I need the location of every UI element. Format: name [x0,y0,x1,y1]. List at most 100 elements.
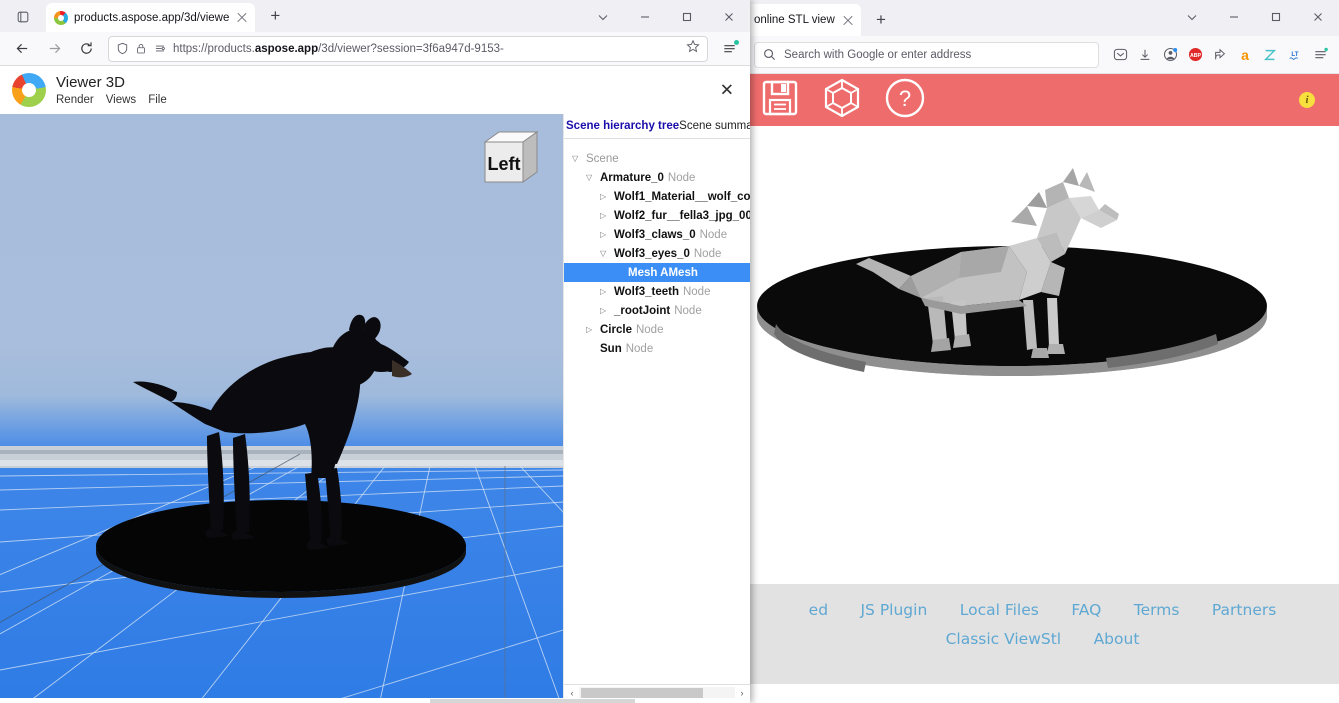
amazon-icon[interactable]: a [1234,44,1256,66]
tree-node-circle[interactable]: CircleNode [564,320,750,339]
save-icon[interactable] [760,78,800,123]
url-bar[interactable]: https://products.aspose.app/3d/viewer?se… [108,35,708,62]
reader-view-icon[interactable] [153,42,167,55]
tree-node-label: Wolf3_teeth [614,285,679,298]
right-toolbar-icons: ABP a LT [1105,44,1331,66]
tree-node-wolf2-fur-fella3-jpg-001-0[interactable]: Wolf2_fur__fella3_jpg_001_0 [564,206,750,225]
tree-node-wolf3-eyes-0[interactable]: Wolf3_eyes_0Node [564,244,750,263]
languagetool-icon[interactable]: LT [1284,44,1306,66]
left-maximize-button[interactable] [666,1,708,33]
menu-update-badge [734,39,739,45]
svg-text:LT: LT [1291,50,1298,57]
right-search-placeholder: Search with Google or enter address [784,48,972,61]
tree-node-label: Sun [600,342,622,355]
menu-item-file[interactable]: File [148,94,167,106]
footer-link-about[interactable]: About [1094,630,1140,648]
stl-footer-links: ed JS Plugin Local Files FAQ Terms Partn… [746,596,1339,654]
view-cube[interactable]: Left [481,128,541,184]
left-browser-tab[interactable]: products.aspose.app/3d/viewe [46,3,256,32]
left-firefox-view-icon[interactable] [6,2,40,32]
right-list-all-tabs-icon[interactable] [1171,1,1213,33]
zotero-icon[interactable] [1259,44,1281,66]
left-tab-close-icon[interactable] [235,11,249,25]
menu-item-render[interactable]: Render [56,94,94,106]
footer-link-terms[interactable]: Terms [1134,601,1180,619]
right-tab-close-icon[interactable] [841,13,855,27]
right-minimize-button[interactable] [1213,1,1255,33]
reload-button[interactable] [72,35,100,63]
left-tab-strip: products.aspose.app/3d/viewe + [0,0,750,32]
right-window-controls [1171,0,1339,34]
forward-button[interactable] [40,35,68,63]
chevron-right-icon[interactable] [600,307,610,315]
footer-link-classic-viewstl[interactable]: Classic ViewStl [946,630,1062,648]
right-app-menu-icon[interactable] [1309,44,1331,66]
tab-scene-summary[interactable]: Scene summary [679,120,750,132]
tree-node-scene[interactable]: Scene [564,149,750,168]
share-icon[interactable] [1209,44,1231,66]
left-list-all-tabs-icon[interactable] [582,1,624,33]
scroll-right-arrow[interactable]: › [735,688,749,698]
shield-icon [117,42,128,55]
chevron-right-icon[interactable] [586,326,596,334]
footer-link-js-plugin[interactable]: JS Plugin [860,601,927,619]
left-tab-title: products.aspose.app/3d/viewe [74,11,230,24]
pocket-icon[interactable] [1109,44,1131,66]
app-close-button[interactable]: ✕ [720,82,734,99]
chevron-right-icon[interactable] [600,231,610,239]
search-icon [764,49,776,61]
chevron-right-icon[interactable] [600,288,610,296]
tree-node-type: Node [667,171,696,184]
tab-scene-hierarchy-tree[interactable]: Scene hierarchy tree [566,120,679,132]
info-badge[interactable]: i [1299,92,1315,108]
right-maximize-button[interactable] [1255,1,1297,33]
download-icon[interactable] [1134,44,1156,66]
footer-link-partners[interactable]: Partners [1212,601,1276,619]
viewport-3d[interactable]: Left [0,114,563,701]
scroll-left-arrow[interactable]: ‹ [565,688,579,698]
chevron-down-icon[interactable] [600,250,610,258]
lock-icon [137,43,145,54]
right-tab-strip: online STL viewer + [746,0,1339,36]
tree-node-mesh-amesh[interactable]: Mesh AMesh [564,263,750,282]
app-title-block: Viewer 3D Render Views File [56,74,167,106]
tree-node-wolf3-claws-0[interactable]: Wolf3_claws_0Node [564,225,750,244]
left-close-button[interactable] [708,1,750,33]
svg-text:ABP: ABP [1189,53,1201,59]
left-minimize-button[interactable] [624,1,666,33]
aspose-logo-icon [12,73,46,107]
left-app-menu-icon[interactable] [716,36,742,62]
tree-node-label: Wolf3_eyes_0 [614,247,690,260]
chevron-down-icon[interactable] [586,174,596,182]
footer-link-local-files[interactable]: Local Files [960,601,1039,619]
tree-node-sun[interactable]: Sun Node [564,339,750,358]
star-icon[interactable] [686,39,700,58]
tree-node-armature-0[interactable]: Armature_0Node [564,168,750,187]
chevron-down-icon[interactable] [572,155,582,163]
right-browser-window: online STL viewer + [745,0,1339,703]
chevron-right-icon[interactable] [600,212,610,220]
tree-node-label: _rootJoint [614,304,671,317]
stl-viewer-toolbar: ? i [746,74,1339,126]
tree-node-wolf3-teeth[interactable]: Wolf3_teethNode [564,282,750,301]
tree-node-wolf1-material-wolf-col-tg[interactable]: Wolf1_Material__wolf_col_tg [564,187,750,206]
scene-tree[interactable]: SceneArmature_0NodeWolf1_Material__wolf_… [564,139,750,684]
tree-node-rootjoint[interactable]: _rootJointNode [564,301,750,320]
svg-text:?: ? [899,86,911,111]
right-search-input[interactable]: Search with Google or enter address [754,41,1099,68]
right-new-tab-button[interactable]: + [867,6,895,34]
account-icon[interactable] [1159,44,1181,66]
help-icon[interactable]: ? [884,77,926,124]
stl-model-canvas[interactable] [746,126,1339,584]
scroll-thumb[interactable] [581,687,703,699]
left-new-tab-button[interactable]: + [261,2,289,30]
cube-icon[interactable] [822,77,862,124]
back-button[interactable] [8,35,36,63]
chevron-right-icon[interactable] [600,193,610,201]
footer-link-0[interactable]: ed [809,601,828,619]
adblock-icon[interactable]: ABP [1184,44,1206,66]
footer-link-faq[interactable]: FAQ [1071,601,1101,619]
right-close-button[interactable] [1297,1,1339,33]
menu-item-views[interactable]: Views [106,94,136,106]
right-browser-tab[interactable]: online STL viewer [746,4,861,36]
